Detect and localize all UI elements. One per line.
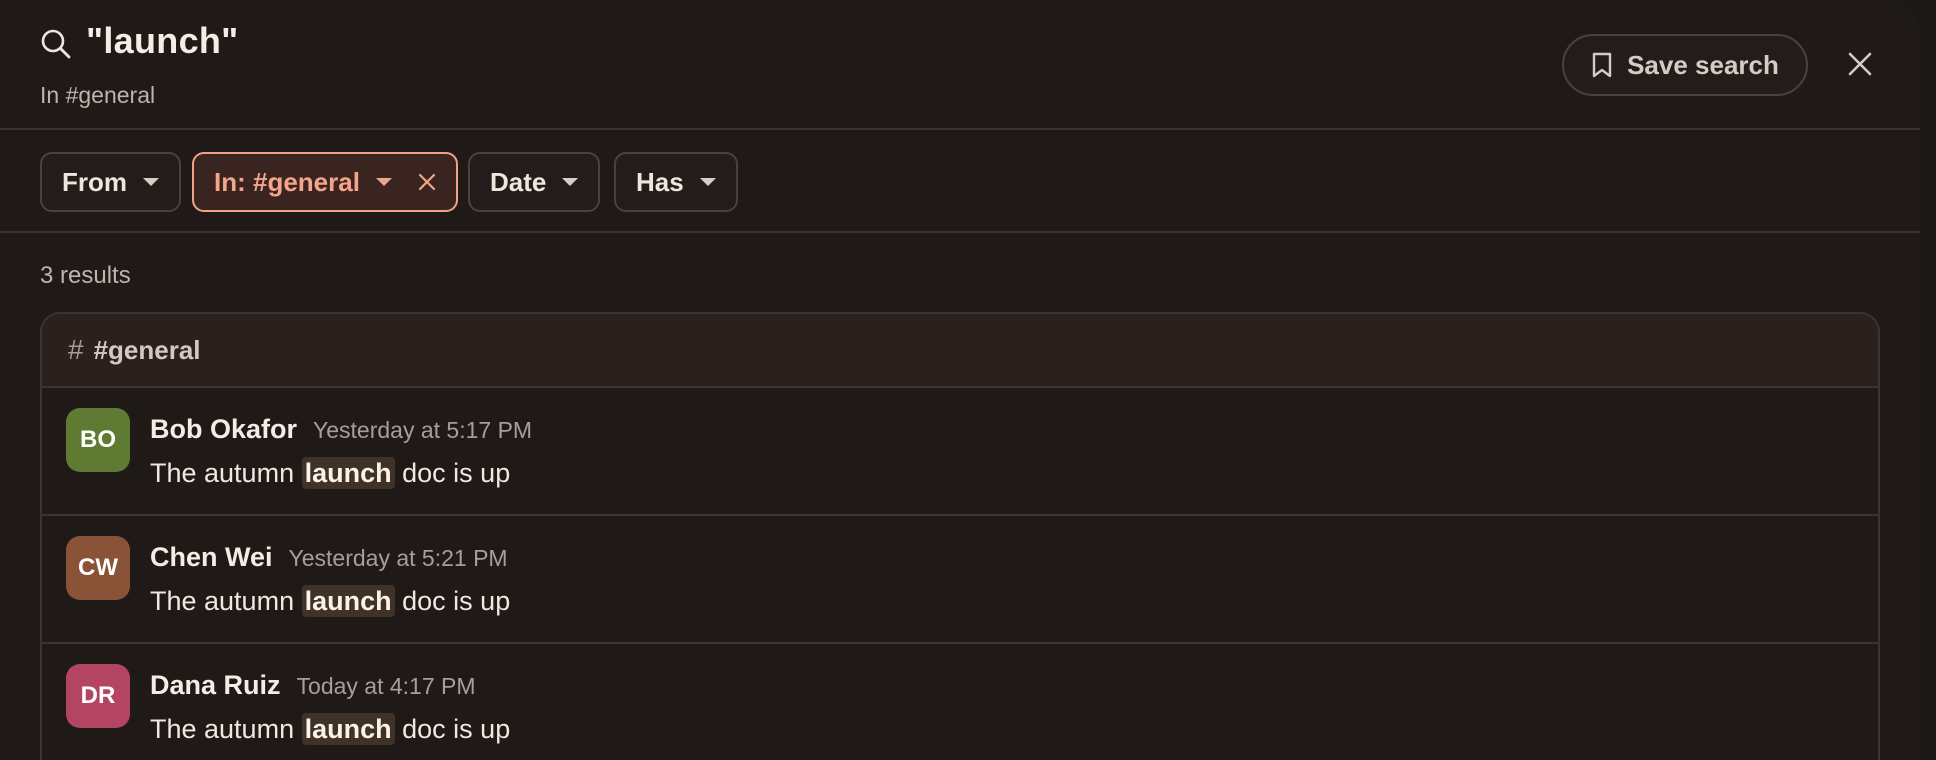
chevron-down-icon	[375, 178, 392, 186]
avatar[interactable]: BO	[66, 408, 130, 472]
clear-filter-icon[interactable]	[418, 173, 436, 191]
channel-group-header[interactable]: # #general	[42, 314, 1878, 388]
results-list: # #general BO Bob Okafor Yesterday at 5:…	[40, 312, 1880, 760]
search-panel: "launch" In #general Save search From In…	[0, 0, 1920, 760]
filter-from[interactable]: From	[40, 152, 181, 212]
search-header: "launch" In #general Save search	[0, 0, 1920, 130]
chevron-down-icon	[562, 178, 579, 186]
message-text: The autumn launch doc is up	[150, 457, 511, 489]
list-item[interactable]: DR Dana Ruiz Today at 4:17 PM The autumn…	[42, 644, 1878, 760]
filter-has[interactable]: Has	[614, 152, 738, 212]
filter-date[interactable]: Date	[468, 152, 601, 212]
message-text: The autumn launch doc is up	[150, 585, 511, 617]
message-timestamp[interactable]: Yesterday at 5:17 PM	[313, 417, 532, 444]
chevron-down-icon	[143, 178, 159, 186]
message-text-after: doc is up	[402, 458, 511, 488]
list-item[interactable]: CW Chen Wei Yesterday at 5:21 PM The aut…	[42, 516, 1878, 644]
message-text: The autumn launch doc is up	[150, 713, 511, 745]
filter-from-label: From	[62, 166, 127, 197]
message-timestamp[interactable]: Yesterday at 5:21 PM	[289, 545, 508, 572]
bookmark-icon	[1592, 52, 1612, 78]
search-match-highlight: launch	[301, 585, 395, 617]
chevron-down-icon	[699, 178, 716, 186]
filter-has-label: Has	[636, 166, 684, 197]
filter-in-channel[interactable]: In: #general	[192, 152, 458, 212]
message-text-before: The autumn	[150, 458, 295, 488]
filter-in-label: In: #general	[214, 166, 360, 197]
close-icon	[1848, 52, 1872, 76]
avatar[interactable]: CW	[66, 536, 130, 600]
message-author[interactable]: Bob Okafor	[150, 414, 297, 445]
message-author[interactable]: Dana Ruiz	[150, 670, 281, 701]
list-item[interactable]: BO Bob Okafor Yesterday at 5:17 PM The a…	[42, 388, 1878, 516]
message-text-before: The autumn	[150, 714, 295, 744]
results-count: 3 results	[40, 262, 131, 289]
search-match-highlight: launch	[301, 457, 395, 489]
save-search-button[interactable]: Save search	[1562, 34, 1808, 96]
channel-name: #general	[93, 334, 201, 365]
search-query[interactable]: "launch"	[86, 20, 239, 62]
save-search-label: Save search	[1627, 49, 1779, 80]
hash-icon: #	[68, 334, 84, 365]
search-match-highlight: launch	[301, 713, 395, 745]
filter-bar: From In: #general Date Has	[0, 130, 1920, 233]
close-button[interactable]	[1844, 48, 1876, 80]
message-author[interactable]: Chen Wei	[150, 542, 273, 573]
avatar[interactable]: DR	[66, 664, 130, 728]
message-text-after: doc is up	[402, 714, 511, 744]
search-scope: In #general	[40, 82, 156, 108]
filter-date-label: Date	[490, 166, 547, 197]
message-text-after: doc is up	[402, 586, 511, 616]
message-timestamp[interactable]: Today at 4:17 PM	[297, 673, 476, 700]
message-text-before: The autumn	[150, 586, 295, 616]
search-icon	[41, 29, 71, 59]
